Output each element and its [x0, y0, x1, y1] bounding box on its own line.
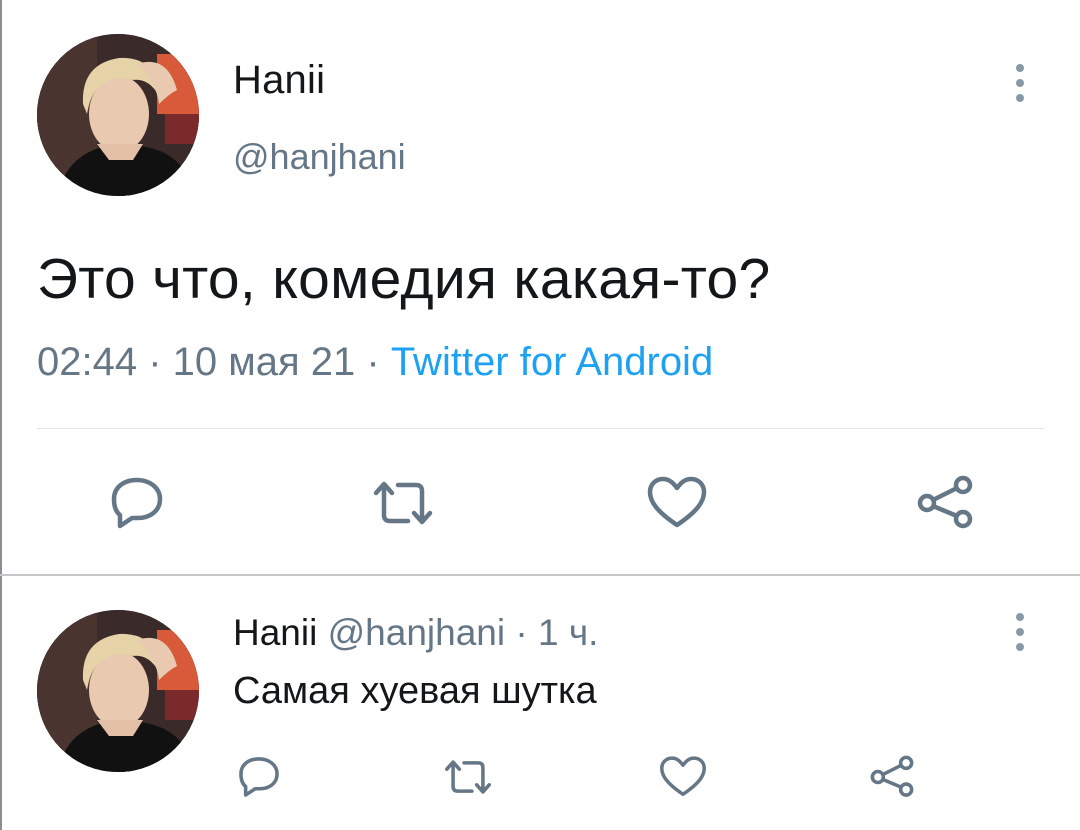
retweet-button[interactable] [372, 475, 434, 531]
like-icon [660, 756, 706, 797]
reply-button[interactable] [236, 755, 282, 799]
user-handle[interactable]: @hanjhani [233, 136, 406, 178]
reply-icon [239, 757, 279, 797]
retweet-icon [445, 760, 491, 794]
tweet-time-ago: 1 ч. [537, 612, 599, 653]
section-separator [0, 574, 1080, 576]
share-button[interactable] [915, 475, 975, 531]
retweet-button[interactable] [443, 755, 493, 799]
more-options-icon[interactable] [1010, 613, 1030, 651]
like-button[interactable] [658, 755, 708, 799]
tweet-text: Самая хуевая шутка [233, 670, 597, 712]
tweet-source-link[interactable]: Twitter for Android [391, 340, 713, 384]
avatar-photo [37, 34, 199, 196]
share-button[interactable] [868, 755, 916, 799]
meta-separator: · [137, 340, 173, 384]
like-icon [647, 476, 707, 528]
tweet-time: 02:44 [37, 340, 138, 384]
divider [37, 428, 1045, 429]
tweet-meta: 02:44 · 10 мая 21 · Twitter for Android [37, 340, 713, 385]
meta-separator: · [505, 612, 538, 653]
share-icon [917, 475, 973, 529]
avatar[interactable] [37, 34, 199, 196]
retweet-icon [373, 481, 433, 525]
like-button[interactable] [646, 475, 708, 531]
user-handle[interactable]: @hanjhani [328, 612, 505, 653]
meta-separator: · [355, 340, 391, 384]
share-icon [870, 755, 914, 797]
display-name[interactable]: Hanii [233, 58, 325, 103]
reply-icon [111, 477, 163, 529]
reply-button[interactable] [108, 475, 166, 531]
tweet-date: 10 мая 21 [172, 340, 356, 384]
reply-header: Hanii @hanjhani · 1 ч. [233, 612, 598, 654]
avatar-photo [37, 610, 199, 772]
avatar[interactable] [37, 610, 199, 772]
more-options-icon[interactable] [1010, 64, 1030, 102]
display-name[interactable]: Hanii [233, 612, 317, 653]
tweet-text: Это что, комедия какая-то? [37, 247, 771, 311]
